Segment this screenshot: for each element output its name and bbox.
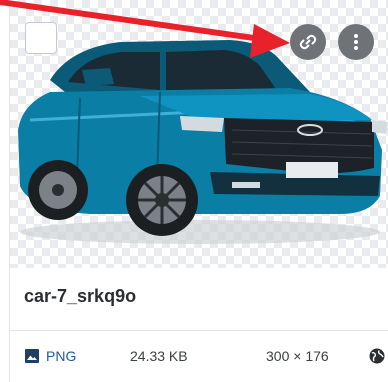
format-label: PNG xyxy=(46,348,77,364)
select-checkbox[interactable] xyxy=(25,22,57,54)
link-icon xyxy=(299,34,317,50)
asset-meta: PNG 24.33 KB 300 × 176 xyxy=(10,344,388,368)
more-vertical-icon xyxy=(354,34,358,50)
car-image xyxy=(18,40,388,244)
divider xyxy=(10,330,388,331)
asset-thumbnail[interactable] xyxy=(10,0,388,268)
image-icon xyxy=(25,349,39,363)
asset-name[interactable]: car-7_srkq9o xyxy=(24,286,136,307)
asset-card[interactable]: car-7_srkq9o PNG 24.33 KB 300 × 176 xyxy=(9,0,388,382)
globe-icon xyxy=(369,348,385,364)
copy-link-button[interactable] xyxy=(290,24,326,60)
more-options-button[interactable] xyxy=(338,24,374,60)
file-size: 24.33 KB xyxy=(130,348,188,364)
image-dimensions: 300 × 176 xyxy=(266,348,329,364)
